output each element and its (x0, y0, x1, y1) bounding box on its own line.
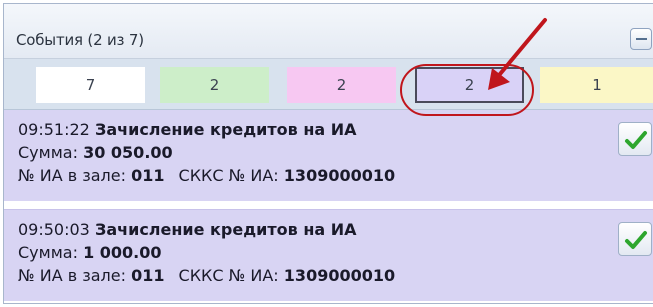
hall-value: 011 (131, 166, 165, 185)
checkmark-icon (625, 231, 647, 249)
filter-tab-pink[interactable]: 2 (287, 67, 396, 103)
skks-label: СККС № ИА: (178, 166, 279, 185)
skks-value: 1309000010 (283, 166, 396, 185)
event-title: Зачисление кредитов на ИА (94, 220, 357, 239)
skks-label: СККС № ИА: (178, 266, 279, 285)
event-title-line: 09:50:03 Зачисление кредитов на ИА (18, 220, 357, 239)
checkmark-icon (625, 131, 647, 149)
filter-tab-all[interactable]: 7 (36, 67, 145, 103)
panel-title: События (2 из 7) (16, 31, 144, 49)
sum-value: 30 050.00 (83, 143, 173, 162)
confirm-button[interactable] (618, 222, 652, 256)
event-time: 09:51:22 (18, 120, 90, 139)
event-item[interactable]: 09:50:03 Зачисление кредитов на ИА Сумма… (4, 209, 653, 301)
event-sum-line: Сумма: 1 000.00 (18, 243, 162, 262)
sum-label: Сумма: (18, 243, 78, 262)
event-time: 09:50:03 (18, 220, 90, 239)
event-id-line: № ИА в зале: 011 СККС № ИА: 1309000010 (18, 266, 395, 285)
events-panel: События (2 из 7) 7 2 2 2 1 09:51:22 Зачи… (3, 3, 653, 304)
filter-tab-yellow[interactable]: 1 (540, 67, 653, 103)
confirm-button[interactable] (618, 122, 652, 156)
event-sum-line: Сумма: 30 050.00 (18, 143, 173, 162)
collapse-button[interactable] (630, 28, 652, 50)
skks-value: 1309000010 (283, 266, 396, 285)
sum-value: 1 000.00 (83, 243, 162, 262)
sum-label: Сумма: (18, 143, 78, 162)
panel-header: События (2 из 7) (4, 4, 653, 59)
event-title: Зачисление кредитов на ИА (94, 120, 357, 139)
filter-tab-green[interactable]: 2 (160, 67, 269, 103)
filter-bar: 7 2 2 2 1 (4, 59, 653, 110)
hall-label: № ИА в зале: (18, 266, 127, 285)
event-title-line: 09:51:22 Зачисление кредитов на ИА (18, 120, 357, 139)
hall-value: 011 (131, 266, 165, 285)
filter-tab-purple[interactable]: 2 (415, 67, 524, 103)
event-item[interactable]: 09:51:22 Зачисление кредитов на ИА Сумма… (4, 110, 653, 202)
event-id-line: № ИА в зале: 011 СККС № ИА: 1309000010 (18, 166, 395, 185)
minus-icon (636, 38, 647, 40)
hall-label: № ИА в зале: (18, 166, 127, 185)
